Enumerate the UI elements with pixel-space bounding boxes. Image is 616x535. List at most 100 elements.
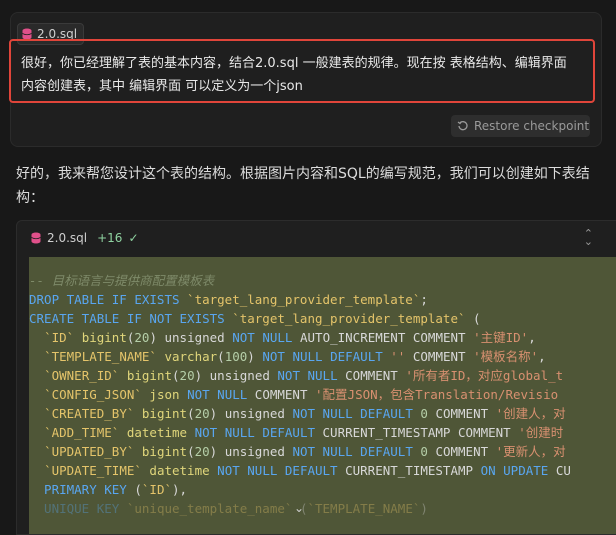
code-token: '模板名称' [473, 349, 539, 364]
code-line: CREATE TABLE IF NOT EXISTS `target_lang_… [29, 309, 616, 328]
code-token: `ID` [141, 482, 173, 497]
code-token: NOT NULL DEFAULT [292, 444, 421, 459]
code-token: ) [420, 501, 428, 516]
code-token: '' [390, 349, 406, 364]
code-token: bigint [74, 330, 127, 345]
code-token: `ADD_TIME` [44, 425, 120, 440]
code-token: CURRENT_TIMESTAMP [337, 463, 481, 478]
code-block: 2.0.sql +16 ✓ ⌃ ⌄ -- 目标语言与提供商配置模板表 DROP TA… [16, 220, 616, 535]
code-token: COMMENT [337, 368, 406, 383]
code-token: ON UPDATE [480, 463, 549, 478]
code-token: NOT NULL [179, 387, 248, 402]
code-token: NOT NULL [232, 330, 293, 345]
code-token: `target_lang_provider_template` [187, 292, 421, 307]
code-line: `CONFIG_JSON` json NOT NULL COMMENT '配置J… [29, 385, 616, 404]
code-token: COMMENT [427, 444, 496, 459]
user-prompt-text: 很好，你已经理解了表的基本内容，结合2.0.sql 一般建表的规律。现在按 表格… [9, 39, 595, 103]
code-line: DROP TABLE IF EXISTS `target_lang_provid… [29, 290, 616, 309]
code-token: `target_lang_provider_template` [232, 311, 466, 326]
code-token: bigint [119, 368, 173, 383]
code-token: ( [465, 311, 481, 326]
code-token: ( [187, 406, 195, 421]
scroll-down-chevron-icon[interactable]: ⌄ [294, 501, 304, 515]
code-token: `OWNER_ID` [44, 368, 120, 383]
code-token: , [528, 330, 536, 345]
code-token: bigint [134, 444, 188, 459]
code-line: `ID` bigint(20) unsigned NOT NULL AUTO_I… [29, 328, 616, 347]
code-token: 20 [194, 444, 210, 459]
code-line: UNIQUE KEY `unique_template_name` (`TEMP… [29, 499, 616, 518]
code-token: '主键ID' [473, 330, 529, 345]
code-token: 20 [194, 406, 210, 421]
code-token: 0 [420, 406, 428, 421]
code-lines: -- 目标语言与提供商配置模板表 DROP TABLE IF EXISTS `ta… [29, 257, 616, 518]
code-token: NOT NULL DEFAULT [209, 463, 338, 478]
code-token: , [538, 349, 546, 364]
code-line: `UPDATED_BY` bigint(20) unsigned NOT NUL… [29, 442, 616, 461]
code-line: PRIMARY KEY (`ID`), [29, 480, 616, 499]
code-token: 0 [420, 444, 428, 459]
code-token: ) unsigned [149, 330, 233, 345]
code-token: NOT NULL DEFAULT [187, 425, 315, 440]
check-icon: ✓ [128, 231, 139, 245]
code-token: ), [172, 482, 188, 497]
code-token: `TEMPLATE_NAME` [307, 501, 421, 516]
diff-count: +16 [97, 231, 123, 245]
code-line: `ADD_TIME` datetime NOT NULL DEFAULT CUR… [29, 423, 616, 442]
code-line: `UPDATE_TIME` datetime NOT NULL DEFAULT … [29, 461, 616, 480]
code-token: ( [126, 482, 142, 497]
code-token: `unique_template_name` [126, 501, 293, 516]
code-block-header[interactable]: 2.0.sql +16 ✓ ⌃ ⌄ [17, 221, 616, 255]
database-icon [31, 232, 41, 244]
code-token: DROP TABLE IF EXISTS [29, 292, 188, 307]
code-line: `CREATED_BY` bigint(20) unsigned NOT NUL… [29, 404, 616, 423]
code-token: `ID` [44, 330, 75, 345]
code-line: `OWNER_ID` bigint(20) unsigned NOT NULL … [29, 366, 616, 385]
code-token: `TEMPLATE_NAME` [44, 349, 157, 364]
code-token: UNIQUE KEY [29, 501, 120, 516]
code-token: `UPDATE_TIME` [44, 463, 142, 478]
code-token: bigint [134, 406, 188, 421]
restore-checkpoint-button[interactable]: Restore checkpoint [451, 115, 590, 137]
code-token: NOT NULL [277, 368, 338, 383]
code-line: -- 目标语言与提供商配置模板表 [29, 271, 616, 290]
code-filename: 2.0.sql [47, 231, 88, 245]
code-token: ( [187, 444, 195, 459]
code-token: '创建时 [518, 425, 564, 440]
restore-label: Restore checkpoint [474, 119, 590, 133]
code-token: NOT NULL DEFAULT [262, 349, 391, 364]
code-token: ) unsigned [209, 406, 293, 421]
code-token: '所有者ID，对应global_t [405, 368, 564, 383]
code-token: CURRENT_TIMESTAMP COMMENT [315, 425, 519, 440]
code-token: datetime [119, 425, 188, 440]
code-token: ; [420, 292, 428, 307]
code-token: 20 [179, 368, 195, 383]
code-token: CREATE TABLE IF NOT EXISTS [29, 311, 233, 326]
code-token: ) unsigned [209, 444, 293, 459]
code-line: `TEMPLATE_NAME` varchar(100) NOT NULL DE… [29, 347, 616, 366]
code-token: '创建人，对 [495, 406, 566, 421]
code-token: COMMENT [247, 387, 316, 402]
code-token: NOT NULL DEFAULT [292, 406, 421, 421]
code-token: -- 目标语言与提供商配置模板表 [29, 273, 215, 288]
code-token: `UPDATED_BY` [44, 444, 135, 459]
code-token: datetime [141, 463, 210, 478]
code-token: ( [172, 368, 180, 383]
code-token: json [141, 387, 180, 402]
code-token: ) unsigned [194, 368, 278, 383]
expand-collapse-icon[interactable]: ⌃ ⌄ [584, 228, 593, 247]
code-token: ) [247, 349, 263, 364]
code-token: CU [548, 463, 571, 478]
code-content[interactable]: -- 目标语言与提供商配置模板表 DROP TABLE IF EXISTS `ta… [29, 257, 616, 534]
code-token: varchar [156, 349, 218, 364]
code-token: ( [217, 349, 225, 364]
code-token: '更新人，对 [495, 444, 566, 459]
code-token: 20 [134, 330, 150, 345]
